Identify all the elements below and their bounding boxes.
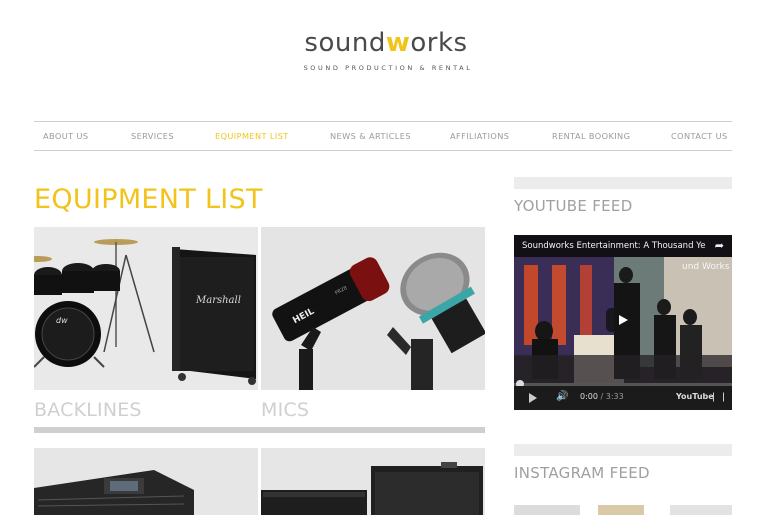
- nav-news-articles[interactable]: NEWS & ARTICLES: [330, 122, 411, 151]
- youtube-feed-heading: YOUTUBE FEED: [514, 197, 633, 215]
- tile-label-backlines: BACKLINES: [34, 399, 142, 421]
- volume-icon[interactable]: 🔊: [556, 391, 568, 402]
- time-current: 0:00: [580, 392, 598, 401]
- time-total: / 3:33: [597, 392, 624, 401]
- console-image: [34, 448, 258, 515]
- logo-text-part: orks: [410, 28, 468, 58]
- tile-row-divider: [34, 427, 485, 433]
- logo-accent-letter: w: [385, 28, 411, 58]
- tile-label-mics: MICS: [261, 399, 310, 421]
- youtube-video-player[interactable]: und Works Soundworks Entertainment: A Th…: [514, 235, 732, 410]
- nav-about-us[interactable]: ABOUT US: [43, 122, 89, 151]
- nav-rental-booking[interactable]: RENTAL BOOKING: [552, 122, 630, 151]
- nav-contact-us[interactable]: CONTACT US: [671, 122, 728, 151]
- drum-kit-illustration: dw Marshall: [34, 227, 258, 390]
- nav-affiliations[interactable]: AFFILIATIONS: [450, 122, 509, 151]
- page-title: EQUIPMENT LIST: [34, 184, 263, 215]
- instagram-thumbnail[interactable]: [670, 505, 732, 515]
- instagram-thumbnail[interactable]: [514, 505, 580, 515]
- equipment-tile-backlines[interactable]: dw Marshall BACKLINES: [34, 227, 258, 427]
- video-overlay-text: und Works: [682, 262, 730, 272]
- microphones-illustration: HEIL PR28: [261, 227, 485, 390]
- youtube-logo[interactable]: YouTube: [676, 392, 714, 401]
- instagram-thumbnail[interactable]: [598, 505, 644, 515]
- logo-wordmark: soundworks: [304, 28, 467, 58]
- share-icon[interactable]: ➦: [715, 239, 724, 252]
- backlines-image: dw Marshall: [34, 227, 258, 390]
- fullscreen-icon[interactable]: [713, 392, 724, 402]
- nav-services[interactable]: SERVICES: [131, 122, 174, 151]
- sidebar-divider: [514, 444, 732, 456]
- mics-image: HEIL PR28: [261, 227, 485, 390]
- logo-tagline: SOUND PRODUCTION & RENTAL: [303, 64, 473, 72]
- video-time: 0:00 / 3:33: [580, 392, 624, 401]
- logo-text-part: sound: [304, 28, 386, 58]
- video-title[interactable]: Soundworks Entertainment: A Thousand Ye: [522, 241, 705, 251]
- equipment-tile-console[interactable]: [34, 448, 258, 515]
- nav-equipment-list[interactable]: EQUIPMENT LIST: [215, 122, 289, 151]
- main-nav: ABOUT US SERVICES EQUIPMENT LIST NEWS & …: [34, 121, 732, 151]
- instagram-feed-heading: INSTAGRAM FEED: [514, 464, 650, 482]
- site-logo[interactable]: soundworks SOUND PRODUCTION & RENTAL: [0, 28, 768, 72]
- amp-brand-text: Marshall: [195, 295, 241, 306]
- svg-text:dw: dw: [56, 316, 68, 325]
- control-play-icon[interactable]: [529, 393, 537, 403]
- speakers-image: [261, 448, 485, 515]
- play-icon[interactable]: [606, 308, 640, 332]
- sidebar-divider: [514, 177, 732, 189]
- mixing-console-illustration: [34, 448, 258, 515]
- equipment-tile-speakers[interactable]: [261, 448, 485, 515]
- video-controls: 🔊 0:00 / 3:33 YouTube: [514, 386, 732, 410]
- speaker-cabinets-illustration: [261, 448, 485, 515]
- equipment-tile-mics[interactable]: HEIL PR28 MICS: [261, 227, 485, 427]
